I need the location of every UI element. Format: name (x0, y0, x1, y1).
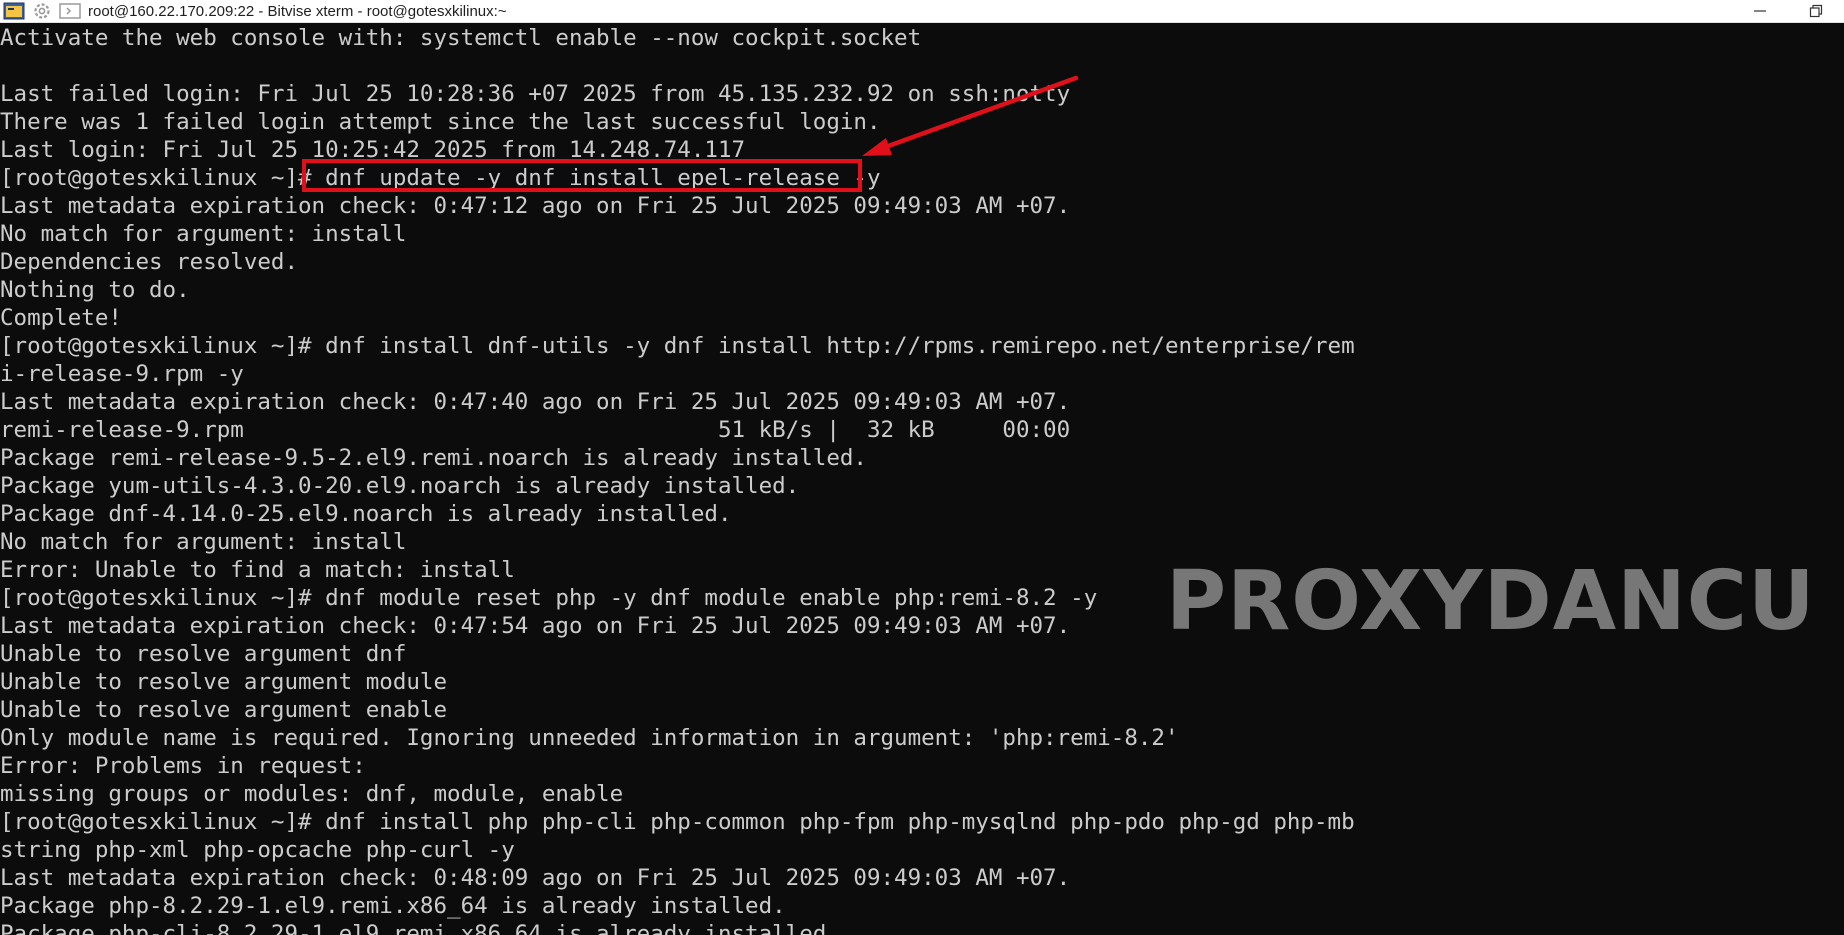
restore-icon (1809, 4, 1823, 18)
terminal-line: Package dnf-4.14.0-25.el9.noarch is alre… (0, 501, 732, 527)
terminal-line: Unable to resolve argument dnf (0, 641, 407, 667)
restore-button[interactable] (1788, 0, 1844, 22)
terminal-line: Complete! (0, 305, 122, 331)
terminal-line: Last metadata expiration check: 0:48:09 … (0, 865, 1071, 891)
minimize-button[interactable] (1732, 0, 1788, 22)
terminal-line: Package php-8.2.29-1.el9.remi.x86_64 is … (0, 893, 786, 919)
terminal-line: Only module name is required. Ignoring u… (0, 725, 1179, 751)
window-controls (1732, 0, 1844, 22)
terminal-line: i-release-9.rpm -y (0, 361, 244, 387)
terminal-line: Activate the web console with: systemctl… (0, 25, 922, 51)
terminal-icon[interactable] (56, 0, 84, 22)
terminal-line: Last metadata expiration check: 0:47:40 … (0, 389, 1071, 415)
terminal-line: Error: Unable to find a match: install (0, 557, 515, 583)
terminal-line: Package php-cli-8.2.29-1.el9.remi.x86_64… (0, 921, 840, 935)
gear-icon[interactable] (28, 0, 56, 22)
terminal-line: Error: Problems in request: (0, 753, 366, 779)
terminal-line: Last failed login: Fri Jul 25 10:28:36 +… (0, 81, 1071, 107)
terminal-line: There was 1 failed login attempt since t… (0, 109, 881, 135)
terminal-line: Unable to resolve argument enable (0, 697, 448, 723)
window-title: root@160.22.170.209:22 - Bitvise xterm -… (88, 2, 507, 20)
terminal-line: Nothing to do. (0, 277, 190, 303)
terminal-line: Last metadata expiration check: 0:47:12 … (0, 193, 1071, 219)
terminal-line: Last metadata expiration check: 0:47:54 … (0, 613, 1071, 639)
highlighted-command-box (302, 159, 862, 192)
terminal-output[interactable]: Activate the web console with: systemctl… (0, 22, 1844, 935)
terminal-line: No match for argument: install (0, 221, 407, 247)
terminal-line: missing groups or modules: dnf, module, … (0, 781, 624, 807)
app-icon[interactable] (0, 0, 28, 22)
terminal-line: No match for argument: install (0, 529, 407, 555)
terminal-line: [root@gotesxkilinux ~]# dnf install dnf-… (0, 333, 1355, 359)
watermark: PROXYDANCU (1166, 554, 1816, 649)
terminal-line: Package remi-release-9.5-2.el9.remi.noar… (0, 445, 867, 471)
terminal-line: Package yum-utils-4.3.0-20.el9.noarch is… (0, 473, 800, 499)
terminal-line: string php-xml php-opcache php-curl -y (0, 837, 515, 863)
terminal-line: Dependencies resolved. (0, 249, 299, 275)
terminal-line: Unable to resolve argument module (0, 669, 448, 695)
title-bar[interactable]: root@160.22.170.209:22 - Bitvise xterm -… (0, 0, 1844, 23)
terminal-line: remi-release-9.rpm 51 kB/s | 32 kB 00:00 (0, 417, 1071, 443)
minimize-icon (1754, 10, 1766, 12)
terminal-line: [root@gotesxkilinux ~]# dnf module reset… (0, 585, 1098, 611)
terminal-line: [root@gotesxkilinux ~]# dnf install php … (0, 809, 1355, 835)
terminal-window: root@160.22.170.209:22 - Bitvise xterm -… (0, 0, 1844, 935)
